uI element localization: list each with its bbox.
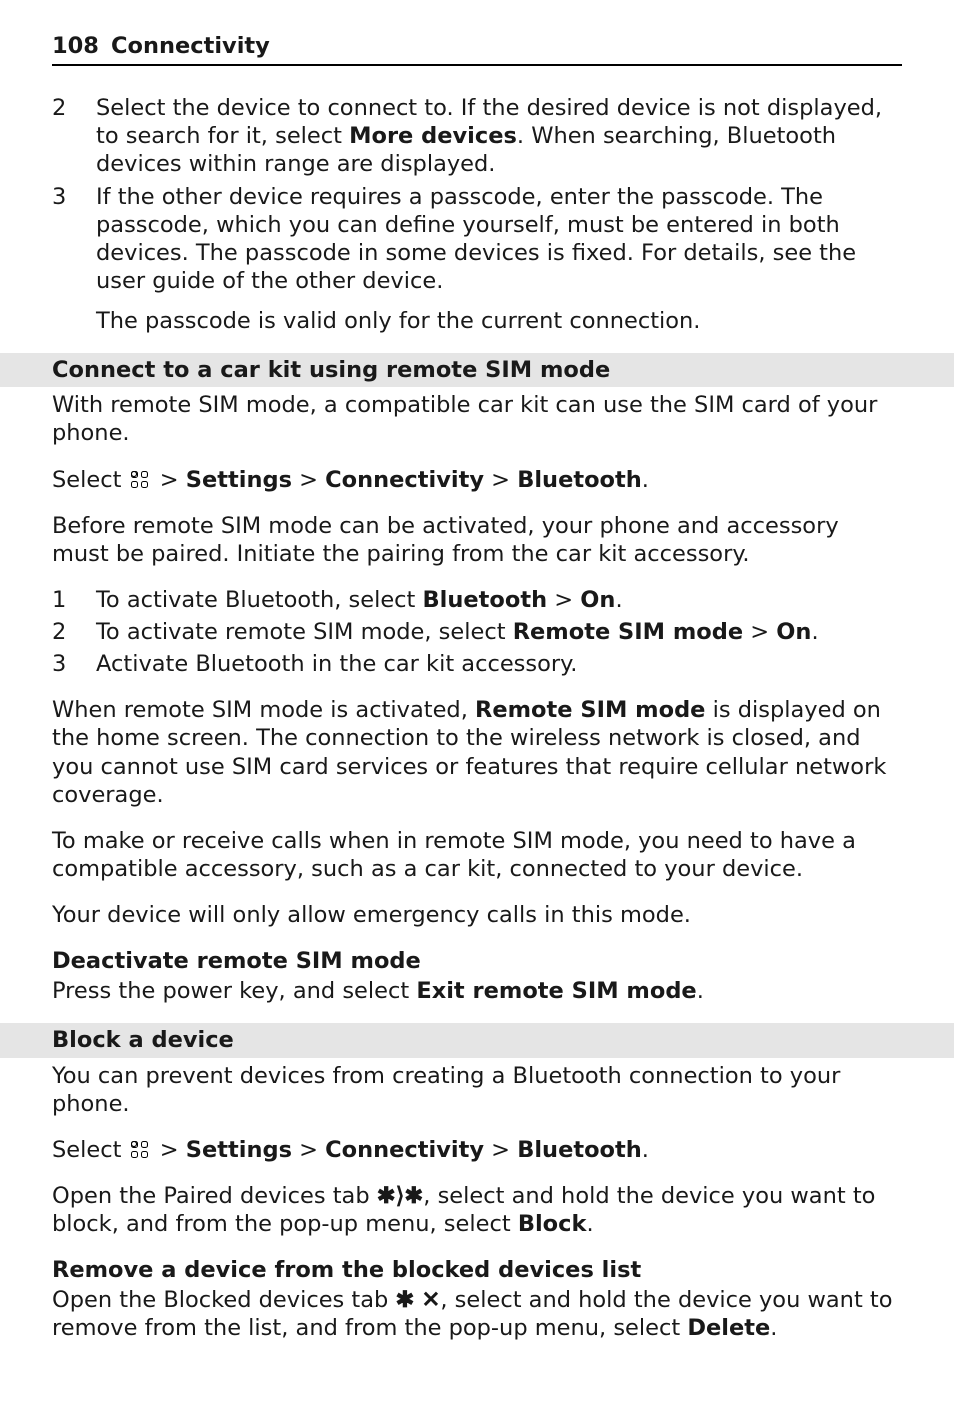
paragraph: Open the Blocked devices tab ✱ ✕, select… xyxy=(52,1286,902,1342)
step-number: 2 xyxy=(52,94,96,122)
page-number: 108 xyxy=(52,33,99,59)
paragraph: Open the Paired devices tab ✱⟩✱, select … xyxy=(52,1182,902,1238)
step: 3 If the other device requires a passcod… xyxy=(52,183,902,336)
section-heading: Block a device xyxy=(0,1023,954,1057)
step: 1 To activate Bluetooth, select Bluetoot… xyxy=(52,586,902,614)
paragraph: When remote SIM mode is activated, Remot… xyxy=(52,696,902,809)
step-text: Select the device to connect to. If the … xyxy=(96,94,902,178)
menu-icon xyxy=(131,1141,149,1159)
step-number: 3 xyxy=(52,183,96,211)
step-text: To activate remote SIM mode, select Remo… xyxy=(96,618,902,646)
ui-label: Delete xyxy=(687,1315,770,1341)
ui-label: Bluetooth xyxy=(517,1137,642,1163)
menu-icon xyxy=(131,471,149,489)
step-number: 3 xyxy=(52,650,96,678)
ui-label: Bluetooth xyxy=(423,587,548,613)
ui-label: Bluetooth xyxy=(517,467,642,493)
close-icon: ✕ xyxy=(422,1287,441,1312)
step: 2 Select the device to connect to. If th… xyxy=(52,94,902,178)
subheading: Remove a device from the blocked devices… xyxy=(52,1256,902,1284)
ui-label: Remote SIM mode xyxy=(475,697,705,723)
bluetooth-icon: ✱ xyxy=(395,1287,414,1312)
paragraph: Press the power key, and select Exit rem… xyxy=(52,977,902,1005)
paragraph: Before remote SIM mode can be activated,… xyxy=(52,512,902,568)
continued-steps: 2 Select the device to connect to. If th… xyxy=(52,94,902,335)
bluetooth-paired-icon: ✱⟩✱ xyxy=(377,1183,423,1208)
ui-label: Block xyxy=(518,1211,587,1237)
ui-label: Settings xyxy=(186,467,292,493)
step-text: To activate Bluetooth, select Bluetooth … xyxy=(96,586,902,614)
step: 3 Activate Bluetooth in the car kit acce… xyxy=(52,650,902,678)
ui-label: Remote SIM mode xyxy=(513,619,743,645)
ui-label: On xyxy=(580,587,615,613)
ui-label: On xyxy=(776,619,811,645)
ui-label: Settings xyxy=(186,1137,292,1163)
chapter-title: Connectivity xyxy=(111,33,270,59)
page-header: 108 Connectivity xyxy=(52,32,902,66)
ui-label: Connectivity xyxy=(325,1137,484,1163)
paragraph: To make or receive calls when in remote … xyxy=(52,827,902,883)
nav-path: Select > Settings > Connectivity > Bluet… xyxy=(52,466,902,494)
manual-page: 108 Connectivity 2 Select the device to c… xyxy=(0,0,954,1401)
paragraph: Your device will only allow emergency ca… xyxy=(52,901,902,929)
step-number: 2 xyxy=(52,618,96,646)
procedure: 1 To activate Bluetooth, select Bluetoot… xyxy=(52,586,902,678)
nav-path: Select > Settings > Connectivity > Bluet… xyxy=(52,1136,902,1164)
section-intro: You can prevent devices from creating a … xyxy=(52,1062,902,1118)
step-text: If the other device requires a passcode,… xyxy=(96,183,902,336)
ui-label: Connectivity xyxy=(325,467,484,493)
ui-label: More devices xyxy=(349,123,517,149)
step: 2 To activate remote SIM mode, select Re… xyxy=(52,618,902,646)
ui-label: Exit remote SIM mode xyxy=(416,978,696,1004)
subheading: Deactivate remote SIM mode xyxy=(52,947,902,975)
section-intro: With remote SIM mode, a compatible car k… xyxy=(52,391,902,447)
step-text: Activate Bluetooth in the car kit access… xyxy=(96,650,902,678)
step-number: 1 xyxy=(52,586,96,614)
section-heading: Connect to a car kit using remote SIM mo… xyxy=(0,353,954,387)
